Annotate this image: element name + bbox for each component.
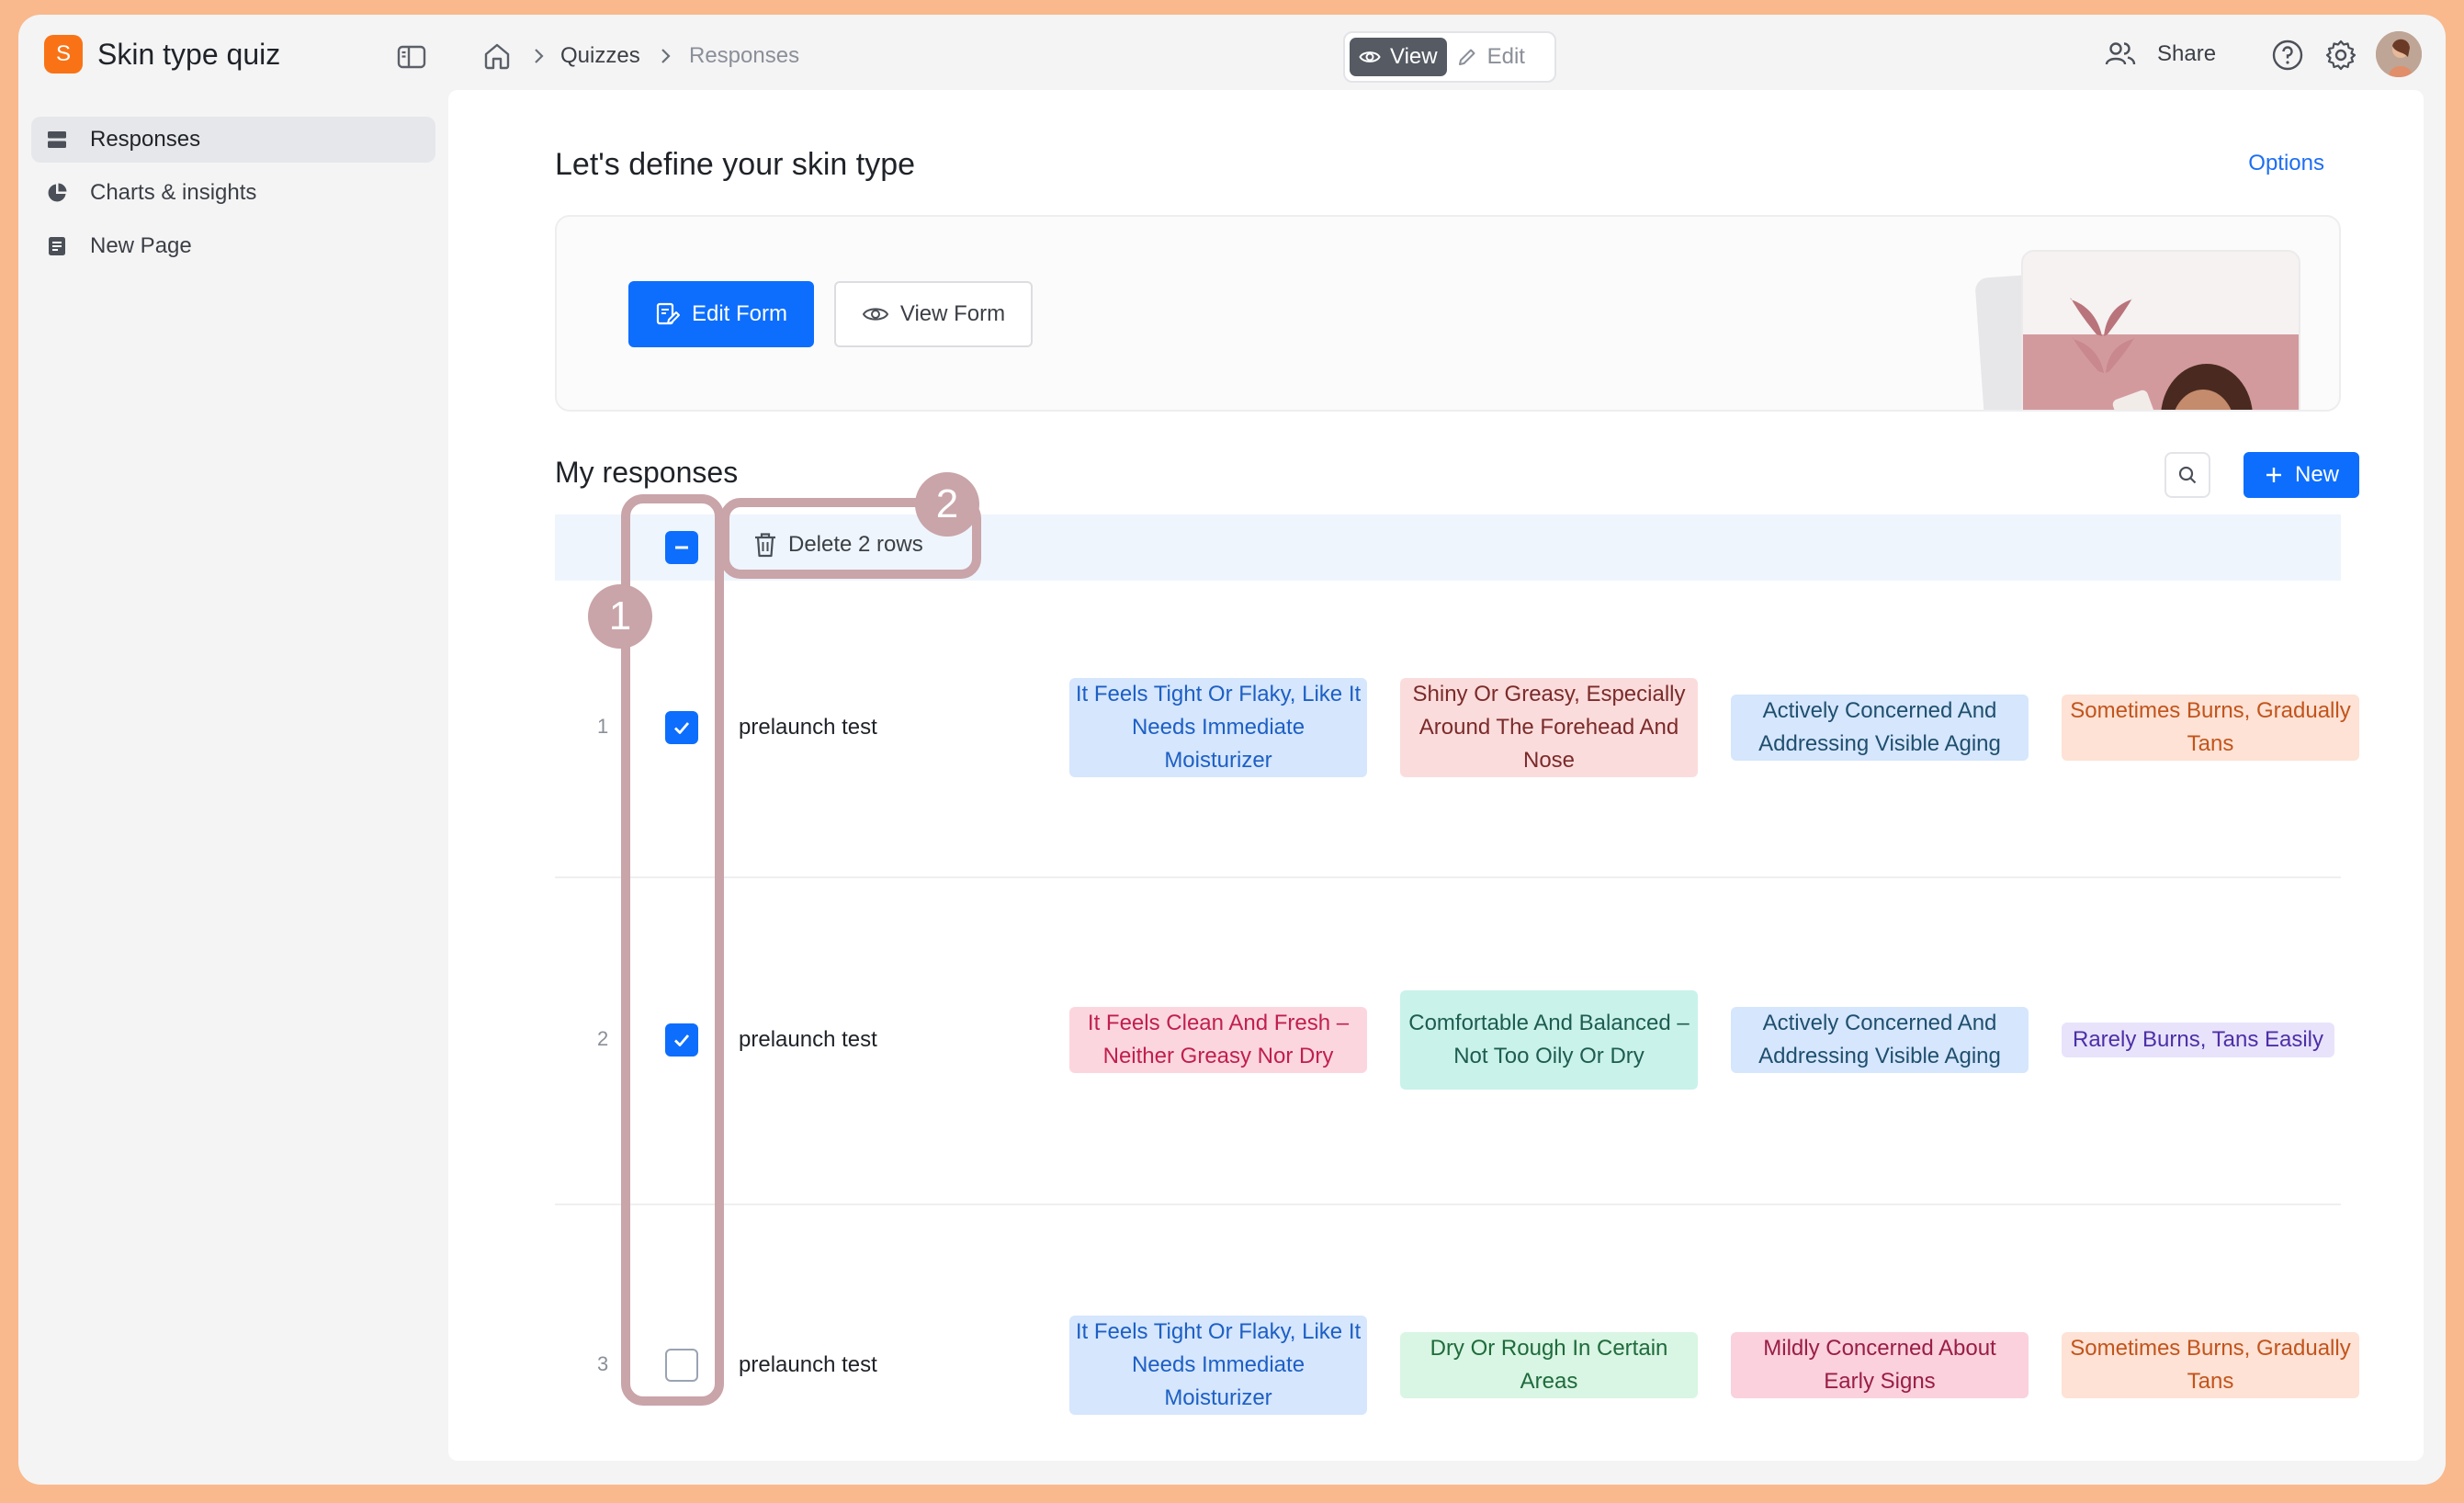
annotation-badge: 1 [588, 584, 652, 649]
view-mode-label: View [1390, 44, 1438, 69]
sidebar-item-label: New Page [90, 233, 192, 258]
eye-icon [1359, 51, 1381, 62]
users-icon [2105, 42, 2136, 65]
answer-tag: It Feels Tight Or Flaky, Like It Needs I… [1069, 1316, 1367, 1415]
home-icon[interactable] [481, 40, 513, 72]
view-form-label: View Form [899, 301, 1006, 326]
answer-tag: Dry Or Rough In Certain Areas [1400, 1332, 1698, 1398]
search-icon [2178, 466, 2197, 484]
answer-tag: Sometimes Burns, Gradually Tans [2062, 1332, 2359, 1398]
responses-title: My responses [555, 456, 739, 489]
new-response-button[interactable]: New [2244, 452, 2359, 498]
mode-toggle: View Edit [1343, 31, 1556, 83]
row-number: 2 [597, 1027, 609, 1050]
sidebar-item-responses[interactable]: Responses [31, 117, 435, 163]
search-button[interactable] [2164, 452, 2210, 498]
breadcrumb-quizzes[interactable]: Quizzes [560, 40, 640, 72]
row-divider [555, 876, 2341, 878]
edit-mode-label: Edit [1486, 44, 1525, 69]
sidebar-toggle-icon[interactable] [395, 40, 428, 73]
share-label: Share [2157, 41, 2217, 66]
document-icon [46, 235, 68, 257]
app-logo: S [44, 35, 83, 73]
pie-chart-icon [46, 182, 68, 204]
form-hero-card: Edit Form View Form [555, 215, 2341, 412]
answer-tag: Actively Concerned And Addressing Visibl… [1731, 695, 2029, 761]
plus-icon [2266, 468, 2281, 482]
options-link[interactable]: Options [2248, 151, 2324, 176]
table-icon [46, 129, 68, 151]
breadcrumb-responses: Responses [689, 43, 800, 68]
app-brand: S Skin type quiz [44, 35, 280, 73]
row-name[interactable]: prelaunch test [739, 715, 877, 740]
row-number: 1 [597, 715, 609, 738]
edit-form-label: Edit Form [691, 301, 787, 326]
sidebar-item-label: Charts & insights [90, 180, 257, 205]
answer-tag: It Feels Clean And Fresh – Neither Greas… [1069, 1007, 1367, 1073]
answer-tag: Actively Concerned And Addressing Visibl… [1731, 1007, 2029, 1073]
sidebar-item-charts[interactable]: Charts & insights [31, 170, 435, 216]
avatar[interactable] [2376, 31, 2422, 77]
annotation-badge: 2 [915, 472, 979, 537]
chevron-right-icon [529, 47, 548, 65]
share-button[interactable]: Share [2104, 39, 2216, 70]
chevron-right-icon [656, 47, 674, 65]
new-button-label: New [2294, 462, 2339, 487]
row-divider [555, 1204, 2341, 1205]
row-number: 3 [597, 1352, 609, 1375]
page-title: Let's define your skin type [555, 147, 916, 182]
hero-illustration [2021, 250, 2300, 410]
pencil-icon [1458, 49, 1475, 65]
answer-tag: It Feels Tight Or Flaky, Like It Needs I… [1069, 678, 1367, 777]
edit-form-icon [656, 302, 680, 325]
answer-tag: Shiny Or Greasy, Especially Around The F… [1400, 678, 1698, 777]
edit-form-button[interactable]: Edit Form [628, 281, 814, 347]
answer-tag: Sometimes Burns, Gradually Tans [2062, 695, 2359, 761]
app-title: Skin type quiz [97, 37, 281, 71]
view-form-button[interactable]: View Form [834, 281, 1033, 347]
gear-icon[interactable] [2324, 39, 2357, 76]
view-mode-button[interactable]: View [1350, 38, 1447, 76]
main-panel: Let's define your skin type Options Edit… [448, 90, 2424, 1461]
answer-tag: Rarely Burns, Tans Easily [2062, 1023, 2334, 1057]
help-icon[interactable] [2271, 39, 2304, 76]
answer-tag: Comfortable And Balanced – Not Too Oily … [1400, 990, 1698, 1090]
app-window: S Skin type quiz Responses Charts & insi… [18, 15, 2446, 1485]
sidebar-nav: Responses Charts & insights New Page [31, 117, 435, 277]
sidebar-item-label: Responses [90, 127, 201, 152]
sidebar-item-new-page[interactable]: New Page [31, 223, 435, 269]
edit-mode-button[interactable]: Edit [1447, 38, 1534, 76]
row-name[interactable]: prelaunch test [739, 1352, 877, 1378]
answer-tag: Mildly Concerned About Early Signs [1731, 1332, 2029, 1398]
row-name[interactable]: prelaunch test [739, 1027, 877, 1053]
eye-icon [862, 308, 889, 321]
